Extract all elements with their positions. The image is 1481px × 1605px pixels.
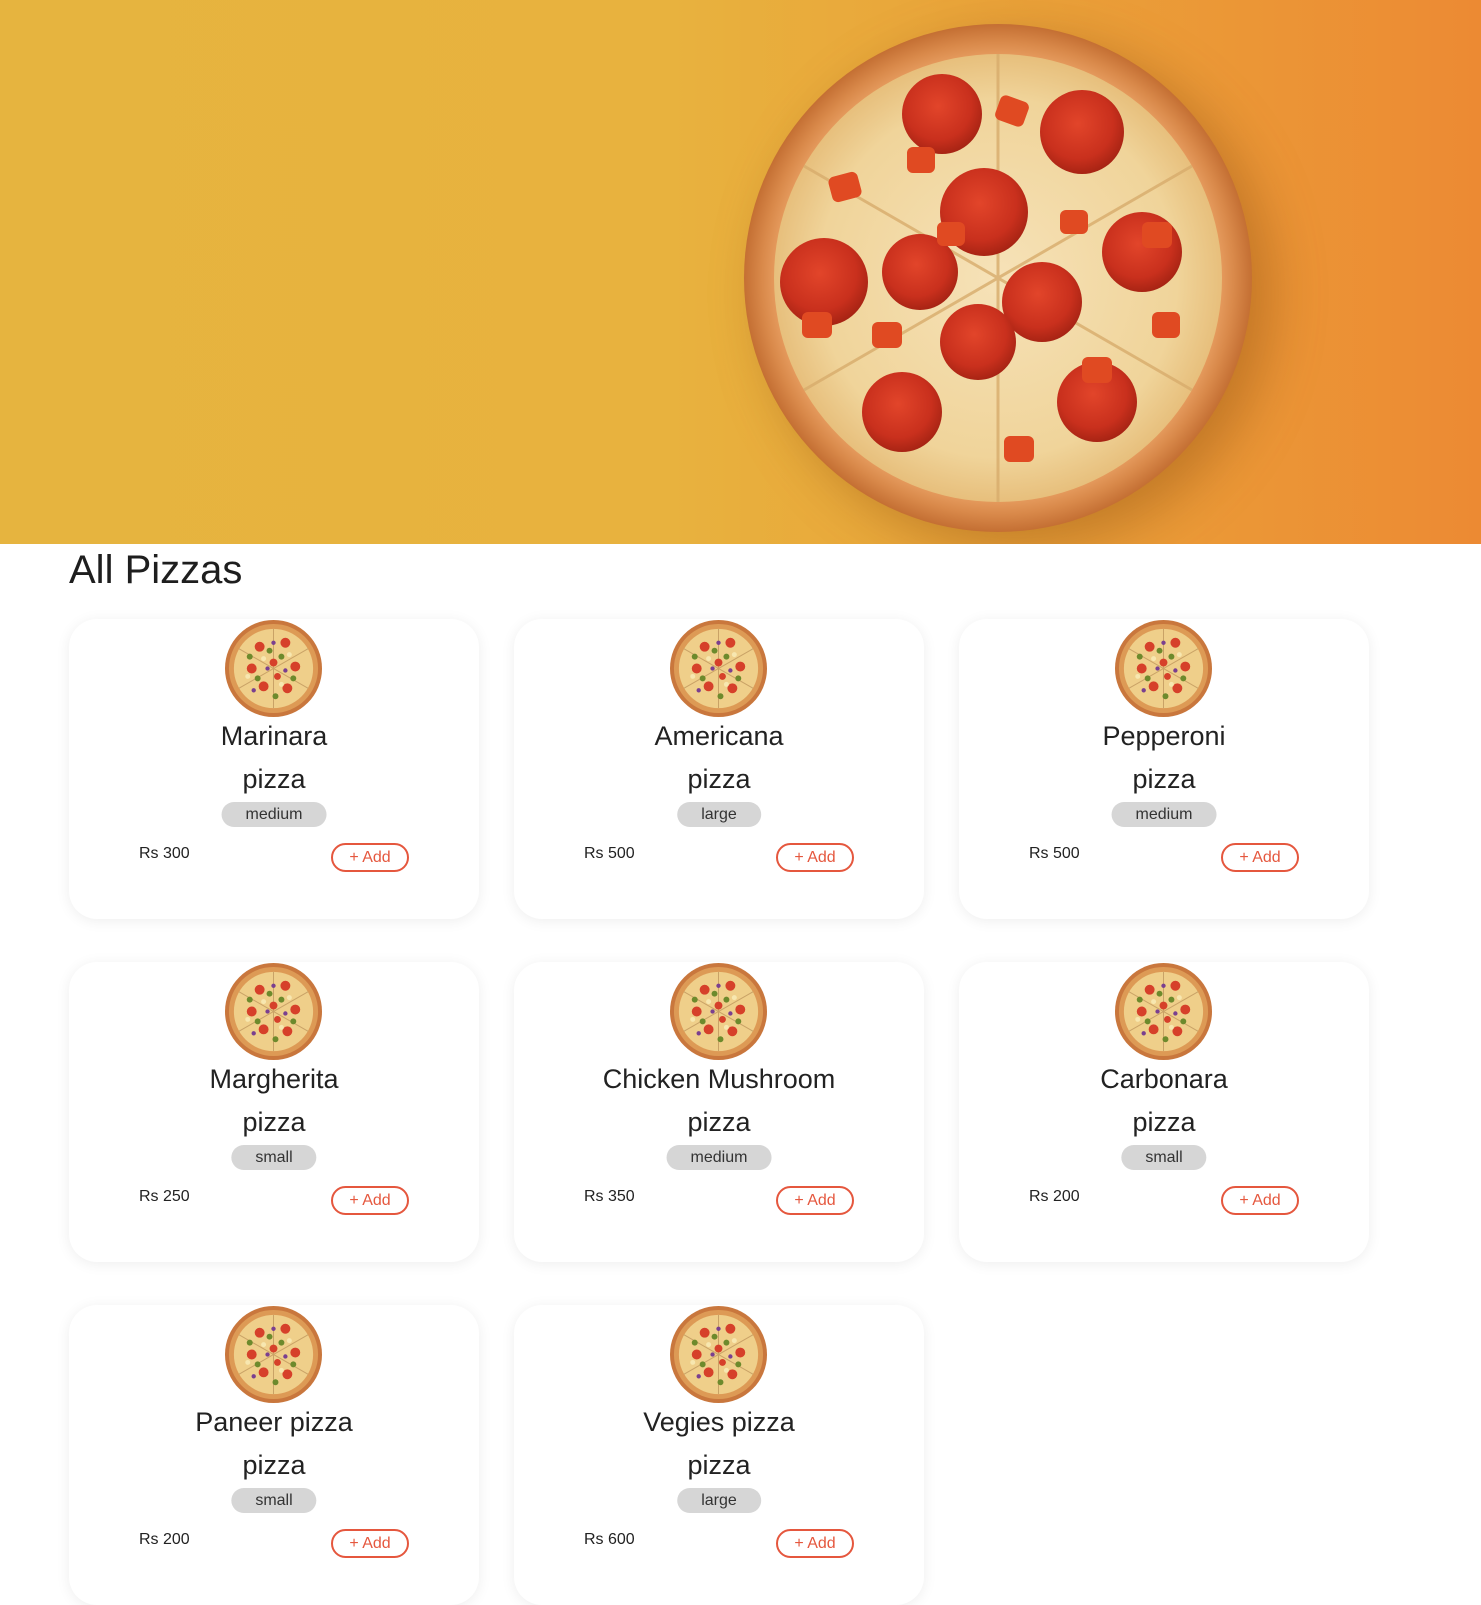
pizza-card: Chicken Mushroom pizza medium Rs 350 + Add [514,962,924,1262]
pizza-card: Vegies pizza pizza large Rs 600 + Add [514,1305,924,1605]
pizza-thumbnail-icon [669,962,768,1061]
pizza-thumbnail-icon [224,962,323,1061]
pizza-subtitle: pizza [687,1450,751,1480]
pizza-thumbnail-icon [1114,962,1213,1061]
pizza-name: Pepperoni [1102,721,1226,751]
pizza-thumbnail-icon [669,619,768,718]
add-to-cart-button[interactable]: + Add [776,843,854,872]
pizza-name: Carbonara [1100,1064,1228,1094]
pizza-name: Chicken Mushroom [602,1064,836,1094]
pizza-price: Rs 200 [1029,1188,1080,1205]
size-badge: small [231,1488,317,1513]
pepperoni-pizza-image [744,24,1252,532]
pizza-price: Rs 500 [1029,845,1080,862]
pizza-card: Carbonara pizza small Rs 200 + Add [959,962,1369,1262]
add-to-cart-button[interactable]: + Add [1221,1186,1299,1215]
pizza-card: Marinara pizza medium Rs 300 + Add [69,619,479,919]
pizza-thumbnail-icon [224,619,323,718]
pizza-name: Vegies pizza [643,1407,795,1437]
pizza-card: Margherita pizza small Rs 250 + Add [69,962,479,1262]
hero-banner [0,0,1481,544]
pizza-name: Paneer pizza [195,1407,353,1437]
pizza-price: Rs 250 [139,1188,190,1205]
pizza-thumbnail-icon [669,1305,768,1404]
size-badge: medium [666,1145,772,1170]
add-to-cart-button[interactable]: + Add [331,843,409,872]
pizza-card: Pepperoni pizza medium Rs 500 + Add [959,619,1369,919]
pizza-name: Margherita [209,1064,339,1094]
pizza-price: Rs 350 [584,1188,635,1205]
pizza-subtitle: pizza [687,764,751,794]
add-to-cart-button[interactable]: + Add [331,1186,409,1215]
add-to-cart-button[interactable]: + Add [776,1186,854,1215]
pizza-card: Paneer pizza pizza small Rs 200 + Add [69,1305,479,1605]
pizza-subtitle: pizza [242,764,306,794]
size-badge: large [677,1488,761,1513]
pizza-price: Rs 500 [584,845,635,862]
pizza-price: Rs 200 [139,1531,190,1548]
pizza-subtitle: pizza [242,1450,306,1480]
size-badge: small [231,1145,317,1170]
pizza-card: Americana pizza large Rs 500 + Add [514,619,924,919]
size-badge: medium [1111,802,1217,827]
pizza-subtitle: pizza [242,1107,306,1137]
add-to-cart-button[interactable]: + Add [1221,843,1299,872]
pizza-subtitle: pizza [687,1107,751,1137]
pizza-price: Rs 600 [584,1531,635,1548]
pizza-subtitle: pizza [1132,764,1196,794]
page-title: All Pizzas [69,548,243,592]
pizza-name: Americana [654,721,784,751]
pizza-name: Marinara [220,721,328,751]
pizza-price: Rs 300 [139,845,190,862]
size-badge: medium [221,802,327,827]
size-badge: large [677,802,761,827]
pizza-thumbnail-icon [224,1305,323,1404]
pizza-thumbnail-icon [1114,619,1213,718]
add-to-cart-button[interactable]: + Add [331,1529,409,1558]
pizza-subtitle: pizza [1132,1107,1196,1137]
size-badge: small [1121,1145,1207,1170]
add-to-cart-button[interactable]: + Add [776,1529,854,1558]
